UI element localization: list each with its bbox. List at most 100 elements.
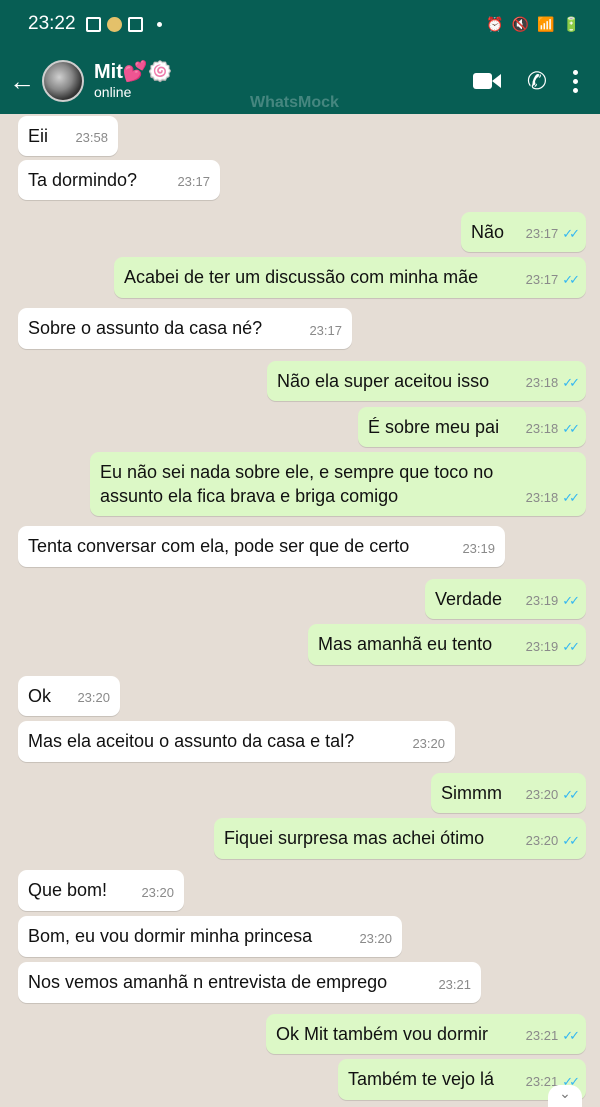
message-text: Eu não sei nada sobre ele, e sempre que … [100,462,494,506]
message-time: 23:20 [525,787,559,802]
message-time: 23:19 [462,541,495,556]
message-time: 23:18 [525,490,559,505]
message-meta: 23:19 ✓✓ [525,635,580,659]
read-receipt-icon: ✓✓ [562,490,580,505]
message-bubble[interactable]: Eu não sei nada sobre ele, e sempre que … [90,452,586,516]
message-text: Bom, eu vou dormir minha princesa [28,926,313,946]
battery-icon: 🔋 [562,15,580,32]
contact-info[interactable]: Mit💕🍥 online [94,61,173,101]
message-bubble[interactable]: Bom, eu vou dormir minha princesa 23:20 [18,916,402,957]
video-call-icon[interactable] [472,72,501,90]
message-bubble[interactable]: Não ela super aceitou isso 23:18 ✓✓ [267,361,586,401]
message-bubble[interactable]: Mas amanhã eu tento 23:19 ✓✓ [308,624,586,665]
message-bubble[interactable]: Fiquei surpresa mas achei ótimo 23:20 ✓✓ [214,818,586,859]
message-text: Mas amanhã eu tento [318,634,493,654]
contact-avatar[interactable] [42,60,84,102]
message-meta: 23:20 [141,881,174,905]
message-text: Eii [28,126,49,146]
back-arrow-icon[interactable]: ← [2,66,42,97]
message-time: 23:21 [438,977,471,992]
message-time: 23:58 [75,130,108,145]
message-meta: 23:20 [77,686,110,710]
message-time: 23:21 [525,1028,559,1043]
message-time: 23:19 [525,639,559,654]
message-bubble[interactable]: Mas ela aceitou o assunto da casa e tal?… [18,721,455,762]
message-bubble[interactable]: Verdade 23:19 ✓✓ [425,579,586,619]
message-text: Ta dormindo? [28,170,138,190]
message-text: Que bom! [28,880,108,900]
message-text: Sobre o assunto da casa né? [28,318,263,338]
message-icon [127,16,143,32]
message-time: 23:17 [177,174,210,189]
message-text: Fiquei surpresa mas achei ótimo [224,828,485,848]
message-bubble[interactable]: Acabei de ter um discussão com minha mãe… [114,257,586,298]
message-text: Nos vemos amanhã n entrevista de emprego [28,972,388,992]
read-receipt-icon: ✓✓ [562,375,580,390]
message-meta: 23:20 ✓✓ [525,783,580,807]
message-meta: 23:58 [75,126,108,150]
message-meta: 23:18 ✓✓ [525,486,580,510]
status-time: 23:22 [28,13,76,34]
read-receipt-icon: ✓✓ [562,421,580,436]
message-bubble[interactable]: É sobre meu pai 23:18 ✓✓ [358,407,586,447]
message-text: Não ela super aceitou isso [277,371,490,391]
message-time: 23:18 [525,421,559,436]
message-bubble[interactable]: Ok Mit também vou dormir 23:21 ✓✓ [266,1014,586,1054]
message-meta: 23:21 [438,973,471,997]
more-notifications-icon [156,21,162,27]
read-receipt-icon: ✓✓ [562,787,580,802]
message-time: 23:20 [77,690,110,705]
message-meta: 23:18 ✓✓ [525,371,580,395]
message-bubble[interactable]: Que bom! 23:20 [18,870,184,911]
read-receipt-icon: ✓✓ [562,833,580,848]
message-bubble[interactable]: Nos vemos amanhã n entrevista de emprego… [18,962,481,1003]
voice-call-icon[interactable]: ✆ [527,67,547,96]
message-meta: 23:17 [177,170,210,194]
message-bubble[interactable]: Simmm 23:20 ✓✓ [431,773,586,813]
header-actions: ✆ [472,67,578,96]
message-meta: 23:17 [309,319,342,343]
message-time: 23:18 [525,375,559,390]
contact-status: online [94,84,132,100]
wifi-icon: 📶 [537,15,555,32]
read-receipt-icon: ✓✓ [562,593,580,608]
message-time: 23:17 [525,226,559,241]
message-bubble[interactable]: Não 23:17 ✓✓ [461,212,586,252]
message-time: 23:20 [412,736,445,751]
message-bubble[interactable]: Ok 23:20 [18,676,120,716]
message-text: Tenta conversar com ela, pode ser que de… [28,536,410,556]
message-text: É sobre meu pai [368,417,500,437]
mute-icon: 🔇 [511,15,530,32]
read-receipt-icon: ✓✓ [562,639,580,654]
message-text: Ok Mit também vou dormir [276,1024,489,1044]
more-options-icon[interactable] [573,69,578,93]
message-bubble[interactable]: Sobre o assunto da casa né? 23:17 [18,308,352,349]
message-meta: 23:21 ✓✓ [525,1024,580,1048]
message-text: Ok [28,686,52,706]
message-time: 23:17 [309,323,342,338]
message-time: 23:19 [525,593,559,608]
message-text: Não [471,222,505,242]
contact-name: Mit💕🍥 [94,61,173,83]
read-receipt-icon: ✓✓ [562,226,580,241]
watermark: WhatsMock [250,94,339,111]
system-icons: ⏰ 🔇 📶 🔋 [486,16,580,33]
message-meta: 23:20 [359,927,392,951]
message-bubble[interactable]: Tenta conversar com ela, pode ser que de… [18,526,505,567]
message-time: 23:17 [525,272,559,287]
read-receipt-icon: ✓✓ [562,272,580,287]
message-bubble[interactable]: Ta dormindo? 23:17 [18,160,220,200]
message-text: Simmm [441,783,502,803]
message-text: Também te vejo lá [348,1069,495,1089]
gallery-icon [85,16,101,32]
scroll-down-chevron-icon[interactable]: ⌄ [548,1085,582,1107]
status-bar: 23:22 ⏰ 🔇 📶 🔋 [0,0,600,48]
message-meta: 23:18 ✓✓ [525,417,580,441]
message-time: 23:20 [359,931,392,946]
notification-icons [85,16,162,32]
message-text: Verdade [435,589,503,609]
message-meta: 23:17 ✓✓ [525,268,580,292]
message-text: Mas ela aceitou o assunto da casa e tal? [28,731,355,751]
message-list[interactable]: Eii 23:58 Ta dormindo? 23:17 Não 23:17 ✓✓ Ac… [0,114,600,1107]
message-bubble[interactable]: Eii 23:58 [18,116,118,156]
